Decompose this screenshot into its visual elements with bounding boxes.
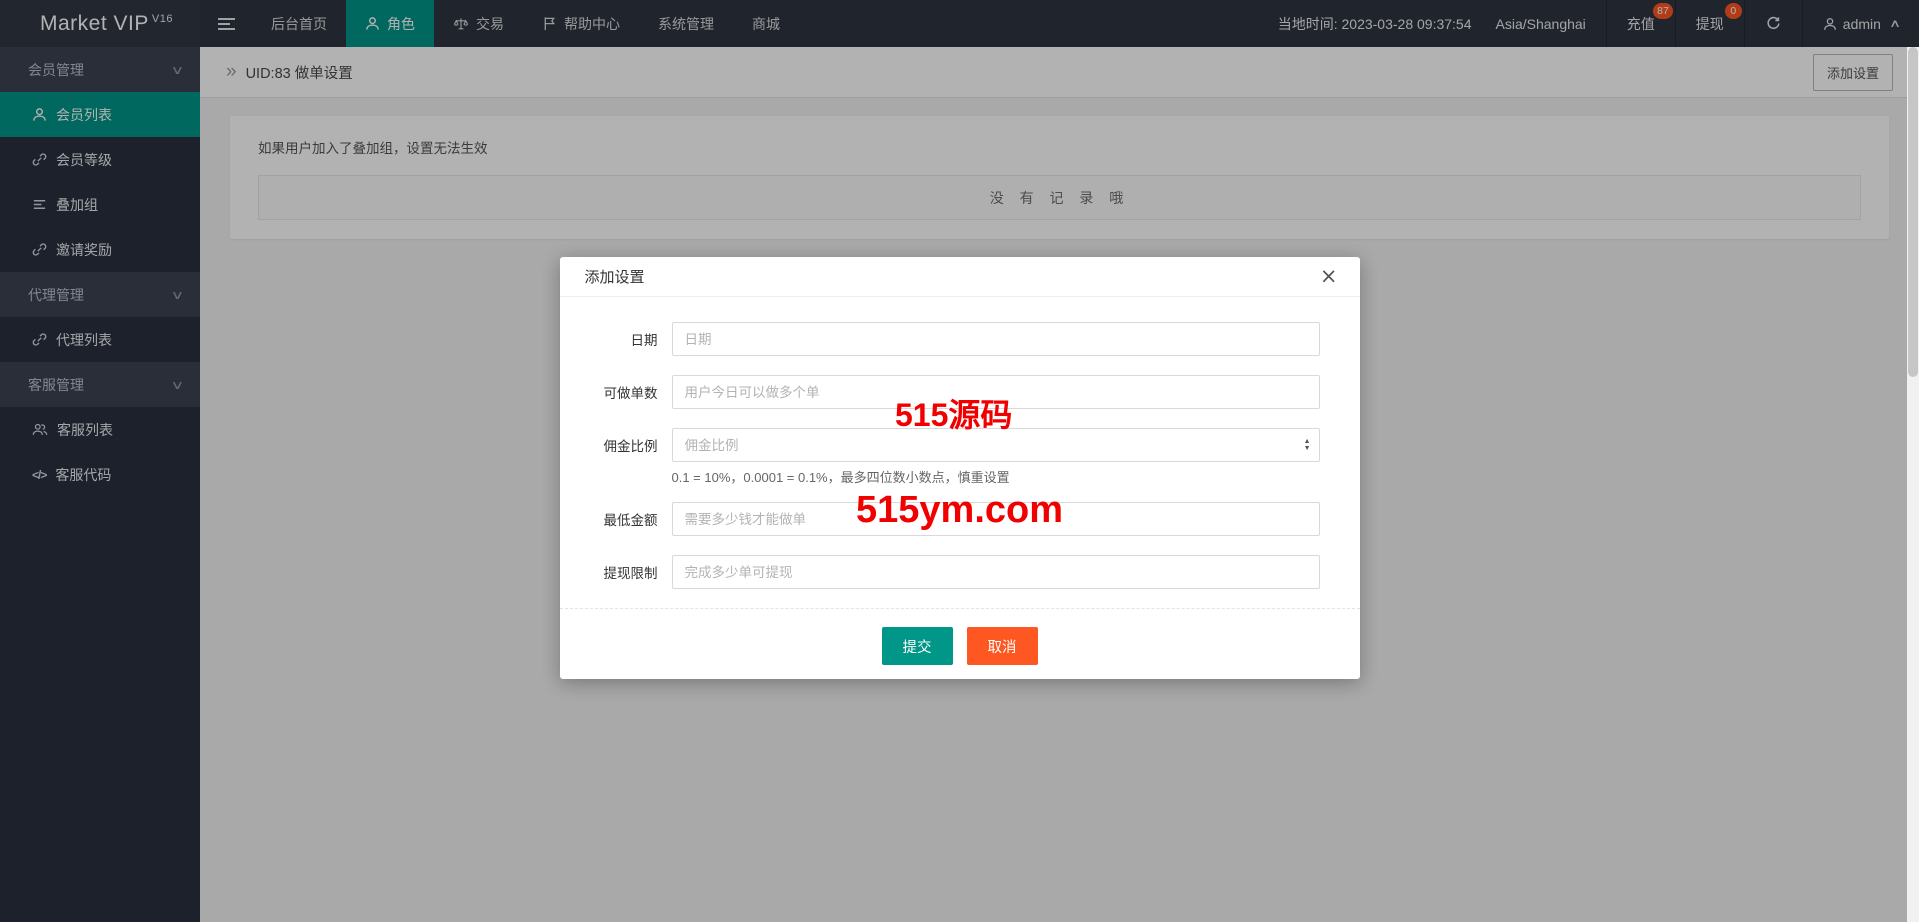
watermark-domain: 515ym.com [856,489,1063,532]
form-row-date: 日期 [560,322,1320,356]
close-icon[interactable]: × [1316,264,1342,289]
date-input[interactable] [672,322,1320,356]
modal-footer: 提交 取消 [560,609,1360,679]
min-amount-label: 最低金额 [560,509,672,529]
order-count-label: 可做单数 [560,382,672,402]
number-spinner[interactable]: ▲ ▼ [1304,438,1311,452]
modal-title: 添加设置 [585,266,645,287]
submit-button[interactable]: 提交 [882,627,953,665]
modal-form: 日期 可做单数 佣金比例 ▲ ▼ 0.1 = 10%，0.0001 = 0.1%… [560,297,1360,589]
withdraw-limit-label: 提现限制 [560,562,672,582]
vertical-scrollbar[interactable] [1907,47,1919,922]
cancel-button[interactable]: 取消 [967,627,1038,665]
watermark-source-code: 515源码 [895,390,1012,436]
add-settings-modal: 添加设置 × 日期 可做单数 佣金比例 ▲ ▼ 0.1 = 1 [560,257,1360,679]
scrollbar-thumb[interactable] [1908,47,1918,377]
form-row-withdraw-limit: 提现限制 [560,555,1320,589]
date-label: 日期 [560,329,672,349]
spinner-up-icon: ▲ [1304,438,1311,445]
spinner-down-icon: ▼ [1304,445,1311,452]
commission-label: 佣金比例 [560,435,672,455]
commission-hint: 0.1 = 10%，0.0001 = 0.1%，最多四位数小数点，慎重设置 [672,470,1320,485]
modal-header: 添加设置 × [560,257,1360,297]
withdraw-limit-input[interactable] [672,555,1320,589]
